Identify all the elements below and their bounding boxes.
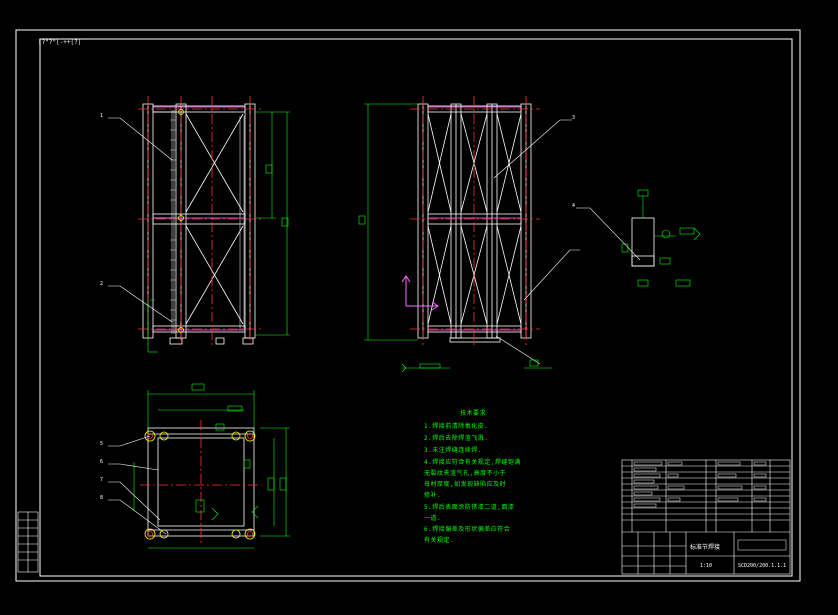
detail-view bbox=[576, 189, 701, 287]
side-view bbox=[358, 96, 580, 373]
note-line: 5.焊后表面涂防锈漆二道,面漆 bbox=[424, 504, 515, 511]
title-block-code: SCD200/200.1.1.1 bbox=[738, 563, 787, 569]
plan-view bbox=[108, 383, 290, 549]
leader-label-4: 4 bbox=[572, 203, 576, 209]
leader-label-6: 6 bbox=[100, 459, 104, 465]
note-line: 3.未注焊缝连续焊. bbox=[424, 447, 482, 454]
drawing-canvas bbox=[15, 29, 801, 582]
note-line: 4.焊接应符合有关规定,焊缝饱满 bbox=[424, 459, 521, 466]
title-block-scale: 1:10 bbox=[700, 563, 713, 569]
leader-label-7: 7 bbox=[100, 477, 104, 483]
title-block-bars bbox=[633, 461, 787, 551]
note-line: 2.焊后去除焊渣飞溅. bbox=[424, 435, 489, 442]
note-line: 1.焊接前清除氧化皮. bbox=[424, 423, 489, 430]
left-side-strip bbox=[17, 511, 39, 573]
leader-label-3: 3 bbox=[572, 115, 576, 121]
note-line: 6.焊接偏差及形状偏差应符合 bbox=[424, 526, 511, 533]
leader-label-8: 8 bbox=[100, 495, 104, 501]
note-line: 母材厚度,如发现缺陷应及时 bbox=[424, 481, 507, 488]
note-line: 一道. bbox=[424, 515, 442, 522]
sheet-corner-label: [?"?"[-++[?] bbox=[38, 39, 82, 46]
front-view bbox=[108, 96, 290, 353]
note-line: 无裂纹夹渣气孔,高度不小于 bbox=[424, 470, 507, 477]
leader-label-1: 1 bbox=[100, 113, 104, 119]
title-block-name: 标准节焊接 bbox=[690, 544, 721, 551]
note-line: 有关规定. bbox=[424, 537, 455, 544]
note-line: 修补. bbox=[424, 492, 442, 499]
leader-label-5: 5 bbox=[100, 441, 104, 447]
notes-title: 技术要求 bbox=[460, 410, 487, 417]
leader-label-2: 2 bbox=[100, 281, 104, 287]
